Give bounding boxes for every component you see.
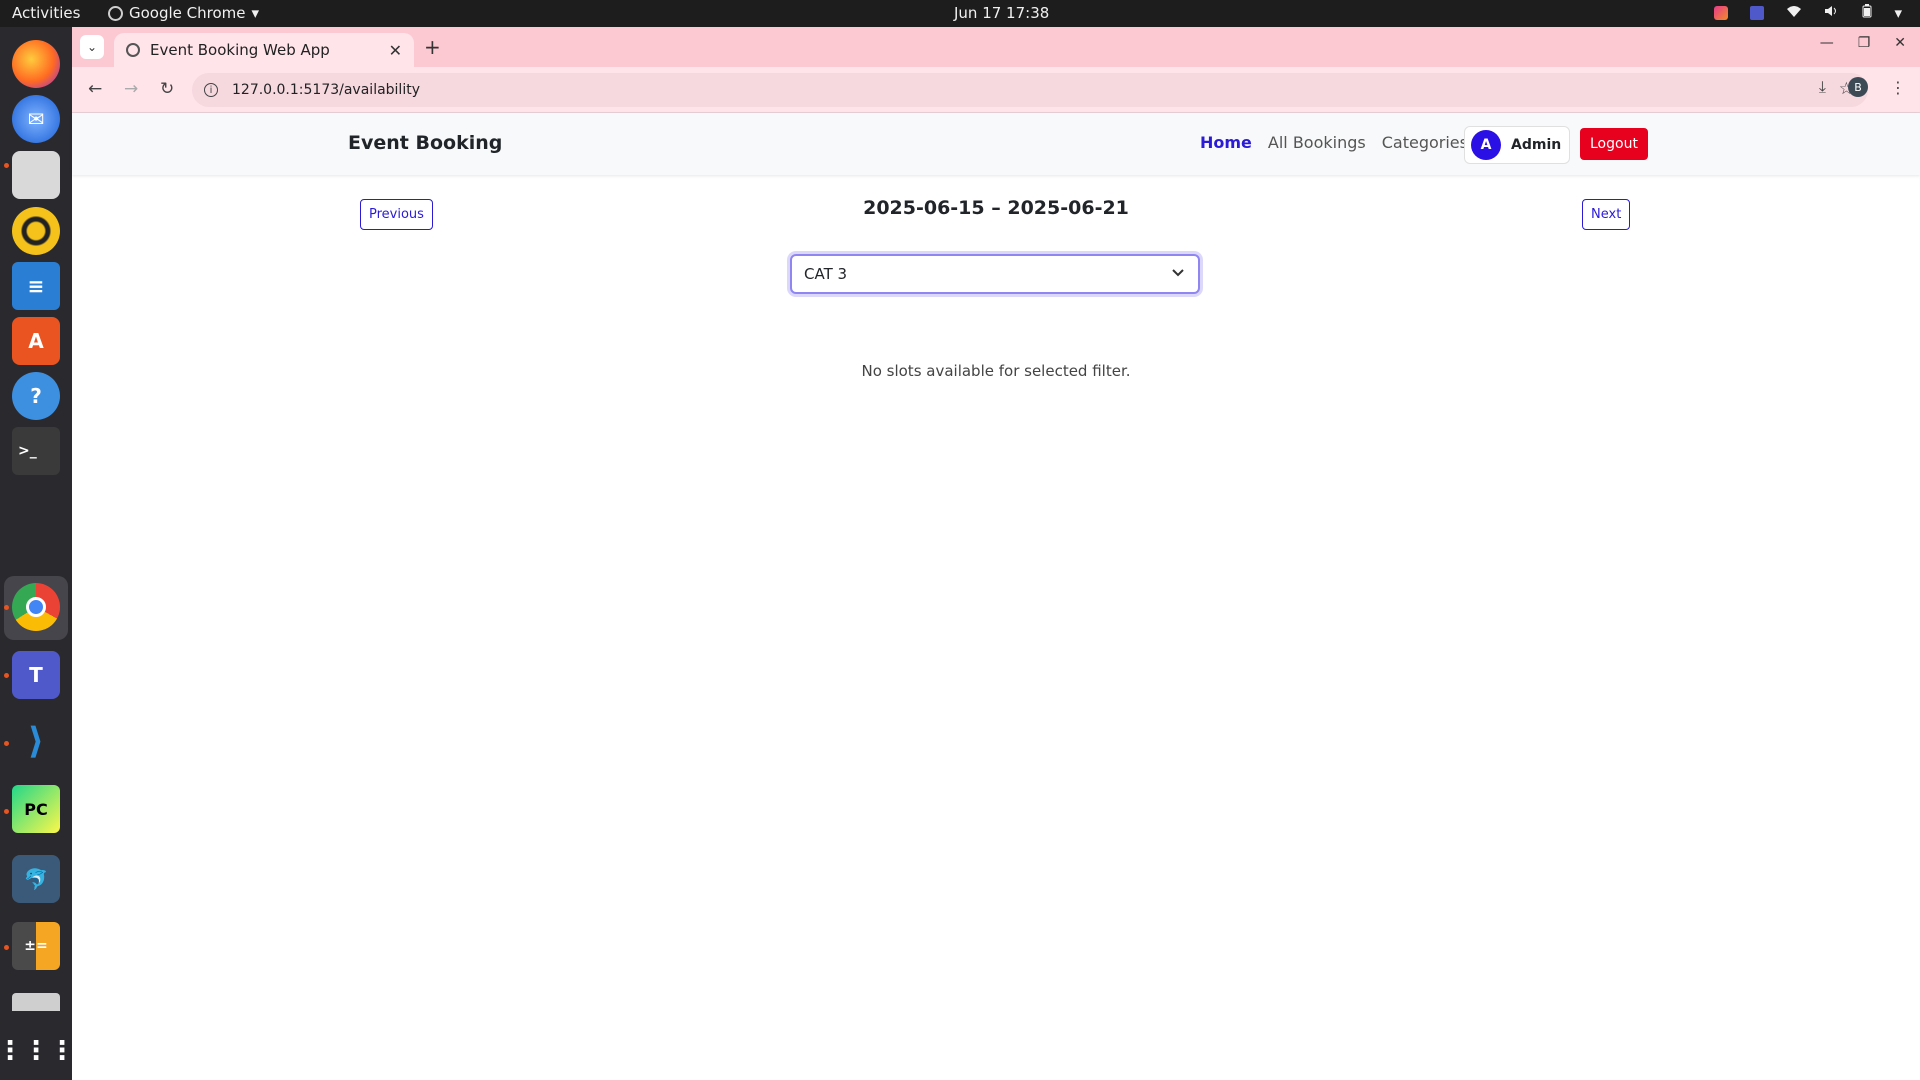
app-name: Google Chrome xyxy=(129,4,246,22)
pycharm-icon[interactable]: PC xyxy=(12,785,60,833)
site-info-icon[interactable]: i xyxy=(204,83,218,97)
forward-icon[interactable]: → xyxy=(124,79,138,99)
activities-button[interactable]: Activities xyxy=(12,4,80,22)
removable-drive-icon[interactable] xyxy=(12,993,60,1011)
teams-tray-icon[interactable] xyxy=(1750,6,1765,20)
system-menu-chevron-icon[interactable]: ▾ xyxy=(1894,4,1902,22)
browser-window: ⌄ Event Booking Web App ✕ + — ❐ ✕ ← → ↻ … xyxy=(72,27,1920,1080)
downloads-icon[interactable]: ⤓ xyxy=(1819,77,1826,97)
category-selected-value: CAT 3 xyxy=(804,265,848,283)
close-window-icon[interactable]: ✕ xyxy=(1894,35,1906,51)
minimize-icon[interactable]: — xyxy=(1820,35,1834,51)
back-icon[interactable]: ← xyxy=(88,79,102,99)
calculator-icon[interactable]: ±= xyxy=(12,922,60,970)
running-indicator xyxy=(4,809,9,814)
address-bar[interactable]: i 127.0.0.1:5173/availability ☆ xyxy=(192,73,1868,107)
libreoffice-writer-icon[interactable]: ≡ xyxy=(12,262,60,310)
files-icon[interactable] xyxy=(12,151,60,199)
system-tray[interactable]: ▾ xyxy=(1714,4,1902,22)
window-controls: — ❐ ✕ xyxy=(1820,35,1906,51)
toolbar-actions: ⤓ B ⋮ xyxy=(1819,77,1906,97)
nav-link-home[interactable]: Home xyxy=(1200,133,1252,152)
app-menu[interactable]: Google Chrome ▾ xyxy=(108,4,259,22)
running-indicator xyxy=(4,673,9,678)
color-picker-icon[interactable] xyxy=(1714,6,1729,20)
volume-icon[interactable] xyxy=(1824,4,1840,22)
next-week-button[interactable]: Next xyxy=(1582,199,1631,230)
reload-icon[interactable]: ↻ xyxy=(160,79,174,99)
terminal-icon[interactable]: >_ xyxy=(12,427,60,475)
profile-avatar[interactable]: B xyxy=(1848,77,1868,97)
nav-link-categories[interactable]: Categories xyxy=(1382,133,1468,152)
nav-links: Home All Bookings Categories xyxy=(1200,133,1468,152)
brand-title[interactable]: Event Booking xyxy=(348,132,502,154)
globe-icon xyxy=(126,43,140,57)
chrome-app-icon xyxy=(108,5,123,21)
chevron-down-icon xyxy=(1172,265,1184,281)
app-navbar: Event Booking Home All Bookings Categori… xyxy=(72,113,1920,175)
nav-link-all-bookings[interactable]: All Bookings xyxy=(1268,133,1366,152)
mysql-workbench-icon[interactable]: 🐬 xyxy=(12,855,60,903)
url-text[interactable]: 127.0.0.1:5173/availability xyxy=(232,82,420,98)
more-menu-icon[interactable]: ⋮ xyxy=(1890,78,1906,97)
logout-button[interactable]: Logout xyxy=(1580,128,1648,160)
system-top-bar: Activities Google Chrome ▾ Jun 17 17:38 … xyxy=(0,0,1920,27)
app-center-icon[interactable]: A xyxy=(12,317,60,365)
user-chip[interactable]: A Admin xyxy=(1464,126,1571,164)
empty-slots-message: No slots available for selected filter. xyxy=(861,362,1131,380)
chevron-down-icon: ▾ xyxy=(251,4,260,22)
running-indicator xyxy=(4,163,9,168)
chrome-center-icon xyxy=(26,597,46,617)
user-avatar: A xyxy=(1471,130,1501,160)
battery-icon[interactable] xyxy=(1862,4,1872,22)
chrome-icon[interactable] xyxy=(12,583,60,631)
tab-event-booking[interactable]: Event Booking Web App ✕ xyxy=(114,33,414,67)
rhythmbox-icon[interactable] xyxy=(12,207,60,255)
running-indicator xyxy=(4,945,9,950)
show-apps-icon[interactable]: ⋮⋮⋮ xyxy=(0,1027,75,1075)
tab-title: Event Booking Web App xyxy=(150,41,330,59)
wifi-icon[interactable] xyxy=(1786,4,1802,22)
help-icon[interactable]: ? xyxy=(12,372,60,420)
thunderbird-icon[interactable]: ✉ xyxy=(12,95,60,143)
close-tab-icon[interactable]: ✕ xyxy=(389,41,402,60)
restore-icon[interactable]: ❐ xyxy=(1858,35,1871,51)
tab-strip: ⌄ Event Booking Web App ✕ + — ❐ ✕ xyxy=(72,27,1920,67)
user-name: Admin xyxy=(1511,137,1562,153)
new-tab-icon[interactable]: + xyxy=(424,35,441,59)
running-indicator xyxy=(4,605,9,610)
week-range-title: 2025-06-15 – 2025-06-21 xyxy=(863,197,1129,219)
vscode-icon[interactable]: ⟩ xyxy=(12,717,60,765)
dock: ✉ ≡ A ? >_ T ⟩ PC 🐬 ±= ⋮⋮⋮ xyxy=(0,27,75,1080)
category-select[interactable]: CAT 3 xyxy=(790,254,1200,294)
clock[interactable]: Jun 17 17:38 xyxy=(954,4,1049,22)
browser-toolbar: ← → ↻ i 127.0.0.1:5173/availability ☆ ⤓ … xyxy=(72,67,1920,113)
web-page: Event Booking Home All Bookings Categori… xyxy=(72,113,1920,1080)
running-indicator xyxy=(4,741,9,746)
teams-for-linux-icon[interactable]: T xyxy=(12,651,60,699)
firefox-icon[interactable] xyxy=(12,40,60,88)
tab-search-icon[interactable]: ⌄ xyxy=(80,35,104,59)
